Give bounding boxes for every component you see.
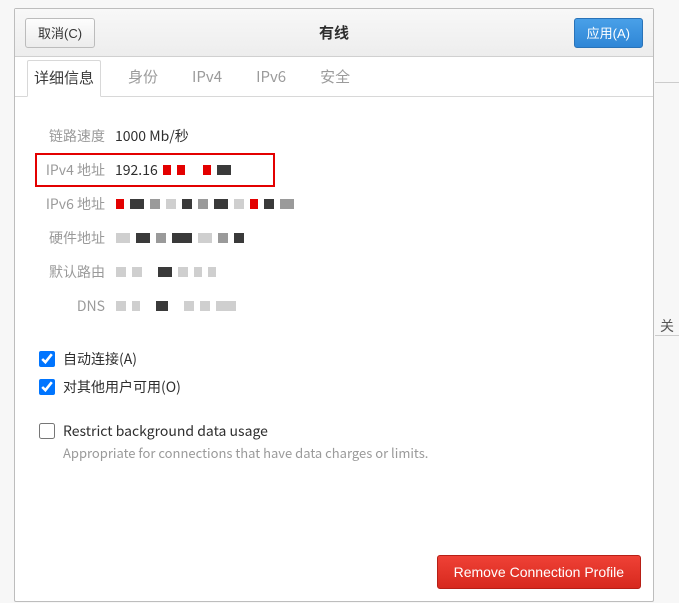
row-ipv4-address: IPv4 地址 192.16	[35, 153, 275, 187]
sublabel-restrict-bg: Appropriate for connections that have da…	[63, 443, 428, 462]
value-link-speed: 1000 Mb/秒	[115, 126, 189, 146]
row-auto-connect: 自动连接(A)	[39, 349, 629, 369]
row-dns: DNS	[39, 289, 629, 323]
label-dns: DNS	[39, 296, 115, 316]
tab-ipv4[interactable]: IPv4	[185, 59, 229, 96]
row-link-speed: 链路速度 1000 Mb/秒	[39, 119, 629, 153]
censor-block	[177, 165, 185, 175]
tabs-bar: 详细信息 身份 IPv4 IPv6 安全	[15, 57, 653, 97]
label-auto-connect: 自动连接(A)	[63, 349, 137, 369]
network-connection-dialog: 取消(C) 有线 应用(A) 详细信息 身份 IPv4 IPv6 安全 链路速度…	[14, 8, 654, 602]
row-ipv6-address: IPv6 地址	[39, 187, 629, 221]
label-restrict-bg: Restrict background data usage	[63, 421, 428, 441]
cancel-button[interactable]: 取消(C)	[25, 18, 95, 48]
label-other-users: 对其他用户可用(O)	[63, 377, 181, 397]
tab-details[interactable]: 详细信息	[27, 60, 101, 97]
label-ipv4: IPv4 地址	[39, 160, 115, 180]
dialog-title: 有线	[15, 22, 653, 43]
checkbox-auto-connect[interactable]	[39, 351, 55, 367]
row-hw-address: 硬件地址	[39, 221, 629, 255]
row-default-route: 默认路由	[39, 255, 629, 289]
remove-connection-button[interactable]: Remove Connection Profile	[437, 555, 641, 589]
label-route: 默认路由	[39, 262, 115, 282]
label-ipv6: IPv6 地址	[39, 194, 115, 214]
value-ipv4: 192.16	[115, 160, 232, 180]
tab-identity[interactable]: 身份	[121, 59, 165, 96]
ipv4-visible-prefix: 192.16	[115, 160, 158, 180]
value-hw	[115, 233, 245, 243]
row-other-users: 对其他用户可用(O)	[39, 377, 629, 397]
tab-ipv6[interactable]: IPv6	[249, 59, 293, 96]
censor-block	[203, 165, 211, 175]
bg-under-label: 关	[660, 316, 674, 336]
value-ipv6	[115, 199, 295, 209]
label-hw: 硬件地址	[39, 228, 115, 248]
tab-security[interactable]: 安全	[313, 59, 357, 96]
titlebar: 取消(C) 有线 应用(A)	[15, 9, 653, 57]
value-route	[115, 267, 217, 277]
censor-block	[163, 165, 171, 175]
checkbox-restrict-bg[interactable]	[39, 423, 55, 439]
label-link-speed: 链路速度	[39, 126, 115, 146]
censor-block	[217, 165, 231, 175]
dialog-footer: Remove Connection Profile	[15, 543, 653, 601]
row-restrict-bg: Restrict background data usage Appropria…	[39, 421, 629, 462]
checkbox-other-users[interactable]	[39, 379, 55, 395]
value-dns	[115, 301, 237, 311]
apply-button[interactable]: 应用(A)	[574, 18, 643, 48]
details-panel: 链路速度 1000 Mb/秒 IPv4 地址 192.16 IPv6 地址	[15, 97, 653, 543]
